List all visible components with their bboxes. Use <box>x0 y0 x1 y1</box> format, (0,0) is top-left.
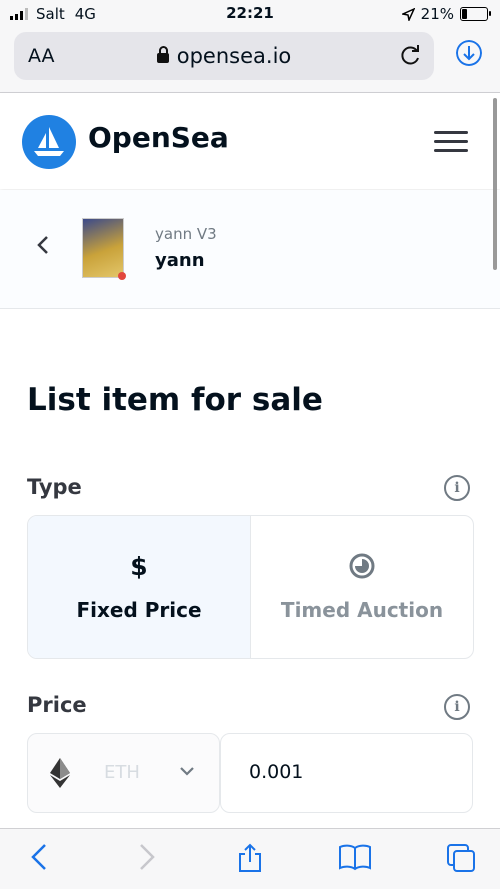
brand-name[interactable]: OpenSea <box>88 121 229 154</box>
battery-percent: 21% <box>420 5 454 23</box>
collection-name[interactable]: yann V3 <box>155 225 217 243</box>
item-name: yann <box>155 250 205 271</box>
timed-auction-option[interactable]: Timed Auction <box>251 516 473 658</box>
currency-label: ETH <box>104 762 140 783</box>
price-label: Price <box>27 693 87 717</box>
browser-toolbar <box>0 828 500 889</box>
type-label: Type <box>27 475 82 499</box>
bookmarks-icon[interactable] <box>338 843 372 877</box>
item-thumbnail[interactable] <box>82 218 126 280</box>
currency-select[interactable]: ETH <box>27 733 220 813</box>
share-icon[interactable] <box>236 843 264 879</box>
clock-icon <box>251 552 473 586</box>
forward-icon[interactable] <box>138 843 156 877</box>
status-right: 21% <box>401 5 491 23</box>
ethereum-icon <box>50 758 70 788</box>
item-header: yann V3 yann <box>0 190 500 309</box>
opensea-logo-icon[interactable] <box>22 115 76 169</box>
price-amount-input[interactable]: 0.001 <box>220 733 473 813</box>
fixed-price-label: Fixed Price <box>76 598 202 622</box>
fixed-price-option[interactable]: $ Fixed Price <box>28 516 251 658</box>
url-text: opensea.io <box>176 44 292 68</box>
chevron-left-icon[interactable] <box>36 234 50 262</box>
tabs-icon[interactable] <box>446 843 476 879</box>
download-icon[interactable] <box>456 40 482 66</box>
site-header: OpenSea <box>0 93 500 189</box>
info-icon[interactable]: i <box>444 694 470 720</box>
dollar-icon: $ <box>130 552 148 581</box>
location-arrow-icon <box>401 7 415 21</box>
status-bar: Salt 4G 22:21 21% <box>0 0 500 28</box>
reload-icon[interactable] <box>398 42 422 68</box>
lock-icon <box>156 46 169 63</box>
boat-icon <box>34 127 64 156</box>
back-icon[interactable] <box>30 843 48 877</box>
scrollbar-thumb[interactable] <box>493 98 497 270</box>
url-display[interactable]: opensea.io <box>14 44 434 68</box>
info-icon[interactable]: i <box>444 475 470 501</box>
page-title: List item for sale <box>27 382 323 418</box>
hamburger-menu-icon[interactable] <box>434 131 468 153</box>
timed-auction-label: Timed Auction <box>280 598 444 622</box>
chevron-down-icon <box>179 760 195 781</box>
sale-type-selector: $ Fixed Price Timed Auction <box>27 515 474 659</box>
browser-url-row: AA opensea.io <box>0 28 500 93</box>
address-bar[interactable]: AA opensea.io <box>14 32 434 80</box>
battery-icon <box>460 7 491 21</box>
price-amount-value: 0.001 <box>249 761 304 783</box>
